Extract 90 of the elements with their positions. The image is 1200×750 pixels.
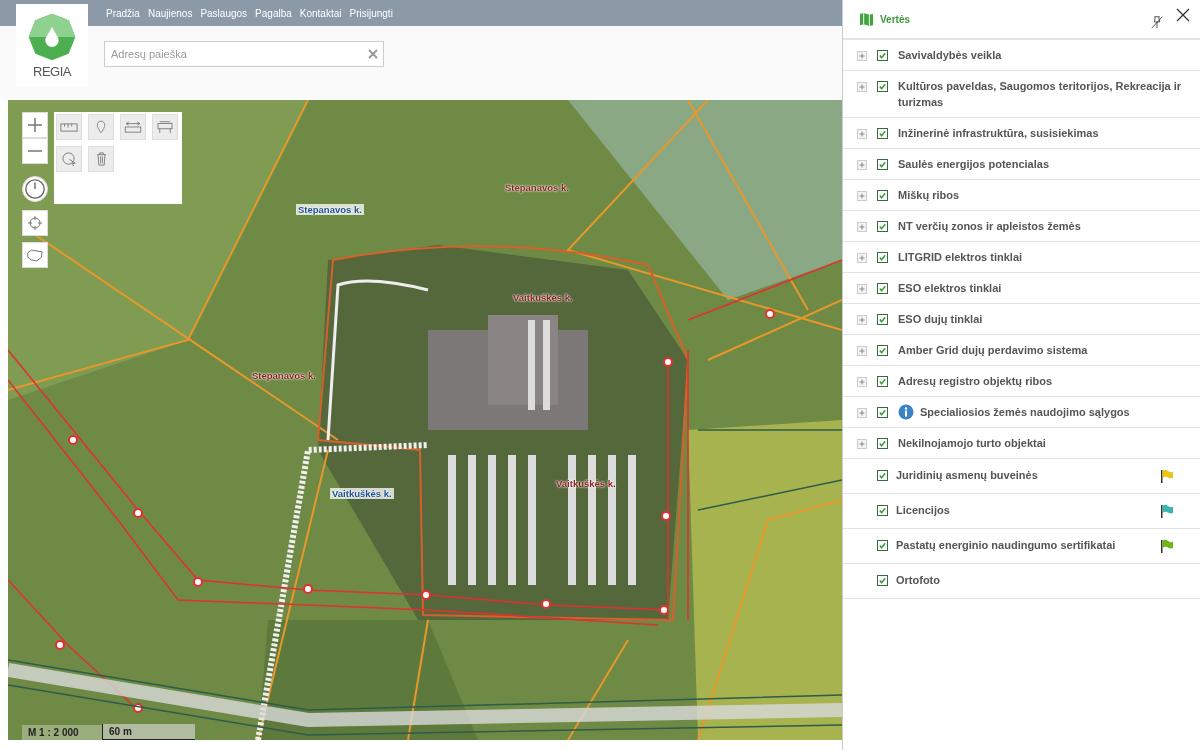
distance-button[interactable]	[120, 114, 146, 140]
crosshair-icon	[27, 215, 43, 231]
expand-icon[interactable]	[857, 129, 867, 139]
nav-link[interactable]: Pradžia	[106, 7, 140, 19]
layer-label: Miškų ribos	[898, 188, 961, 203]
layer-checkbox[interactable]	[877, 376, 888, 387]
layer-checkbox[interactable]	[877, 81, 888, 92]
logo-icon	[27, 12, 77, 62]
layer-checkbox[interactable]	[877, 575, 888, 586]
logo-text: REGIA	[33, 64, 71, 79]
layer-checkbox[interactable]	[877, 505, 888, 516]
close-icon[interactable]	[1176, 8, 1190, 22]
trash-icon	[95, 152, 107, 166]
nav-link[interactable]: Naujienos	[147, 7, 193, 19]
locate-button[interactable]	[22, 210, 48, 236]
layer-label: Specialiosios žemės naudojimo sąlygos	[920, 405, 1131, 420]
select-button[interactable]	[56, 146, 82, 172]
panel-title: Vertės	[880, 13, 912, 25]
layer-checkbox[interactable]	[877, 252, 888, 263]
layer-checkbox[interactable]	[877, 50, 888, 61]
layer-label: Amber Grid dujų perdavimo sistema	[898, 343, 1089, 358]
nav-link[interactable]: Pagalba	[255, 7, 292, 19]
scale-bar: 60 m	[102, 724, 195, 740]
measure-button[interactable]	[56, 114, 82, 140]
expand-icon[interactable]	[857, 439, 867, 449]
pin-icon	[96, 120, 106, 134]
layer-checkbox[interactable]	[877, 540, 888, 551]
area-button[interactable]	[152, 114, 178, 140]
layer-label: LITGRID elektros tinklai	[898, 250, 1024, 265]
expand-icon[interactable]	[857, 346, 867, 356]
layer-checkbox[interactable]	[877, 470, 888, 481]
country-button[interactable]	[22, 242, 48, 268]
plus-icon	[27, 117, 43, 133]
ruler-icon	[60, 121, 78, 133]
expand-icon[interactable]	[857, 284, 867, 294]
unpin-icon[interactable]	[1150, 15, 1164, 29]
clear-icon[interactable]	[368, 49, 378, 59]
marker-button[interactable]	[88, 114, 114, 140]
layer-label: ESO dujų tinklai	[898, 312, 984, 327]
layer-label: Nekilnojamojo turto objektai	[898, 436, 1047, 451]
layer-checkbox[interactable]	[877, 128, 888, 139]
layer-checkbox[interactable]	[877, 438, 888, 449]
area-icon	[156, 120, 174, 134]
expand-icon[interactable]	[857, 408, 867, 418]
place-label: Stepanavos k.	[252, 370, 316, 381]
layer-label: Savivaldybės veikla	[898, 48, 1003, 63]
zoom-in-button[interactable]	[22, 112, 48, 138]
expand-icon[interactable]	[857, 82, 867, 92]
nav-link[interactable]: Paslaugos	[200, 7, 248, 19]
layer-label: Kultūros paveldas, Saugomos teritorijos, Rekreacija ir turizmas	[898, 79, 1183, 110]
layer-label: Juridinių asmenų buveinės	[896, 468, 1039, 483]
layer-label: NT verčių zonos ir apleistos žemės	[898, 219, 1082, 234]
map-scale: M 1 : 2 000	[22, 724, 102, 740]
country-outline-icon	[26, 247, 44, 263]
info-icon[interactable]	[898, 404, 914, 420]
place-label: Stepanavos k.	[296, 204, 364, 215]
layer-label: ESO elektros tinklai	[898, 281, 1003, 296]
layer-checkbox[interactable]	[877, 283, 888, 294]
ruler-icon	[124, 121, 142, 133]
zoom-out-button[interactable]	[22, 138, 48, 164]
expand-icon[interactable]	[857, 377, 867, 387]
expand-icon[interactable]	[857, 191, 867, 201]
place-label: Stepanavos k.	[505, 182, 569, 193]
expand-icon[interactable]	[857, 51, 867, 61]
layer-label: Pastatų energinio naudingumo sertifikatai	[896, 538, 1117, 553]
layer-label: Saulės energijos potencialas	[898, 157, 1050, 172]
map-icon	[859, 11, 874, 27]
place-label: Vaitkuškės k.	[513, 292, 573, 303]
cursor-icon	[61, 151, 77, 167]
layer-checkbox[interactable]	[877, 159, 888, 170]
power-icon	[24, 178, 46, 200]
expand-icon[interactable]	[857, 315, 867, 325]
minus-icon	[27, 150, 43, 152]
layer-label: Ortofoto	[896, 573, 941, 588]
layer-checkbox[interactable]	[877, 190, 888, 201]
layer-checkbox[interactable]	[877, 221, 888, 232]
nav-link[interactable]: Kontaktai	[299, 7, 342, 19]
expand-icon[interactable]	[857, 222, 867, 232]
nav-link[interactable]: Prisijungti	[349, 7, 393, 19]
layer-label: Inžinerinė infrastruktūra, susisiekimas	[898, 126, 1100, 141]
delete-button[interactable]	[88, 146, 114, 172]
expand-icon[interactable]	[857, 253, 867, 263]
layer-label: Adresų registro objektų ribos	[898, 374, 1054, 389]
search-field[interactable]: Adresų paieška	[104, 41, 384, 67]
layer-checkbox[interactable]	[877, 314, 888, 325]
layer-checkbox[interactable]	[877, 345, 888, 356]
layer-label: Licencijos	[896, 503, 951, 518]
expand-icon[interactable]	[857, 160, 867, 170]
place-label: Vaitkuškės k.	[330, 488, 394, 499]
layer-checkbox[interactable]	[877, 407, 888, 418]
